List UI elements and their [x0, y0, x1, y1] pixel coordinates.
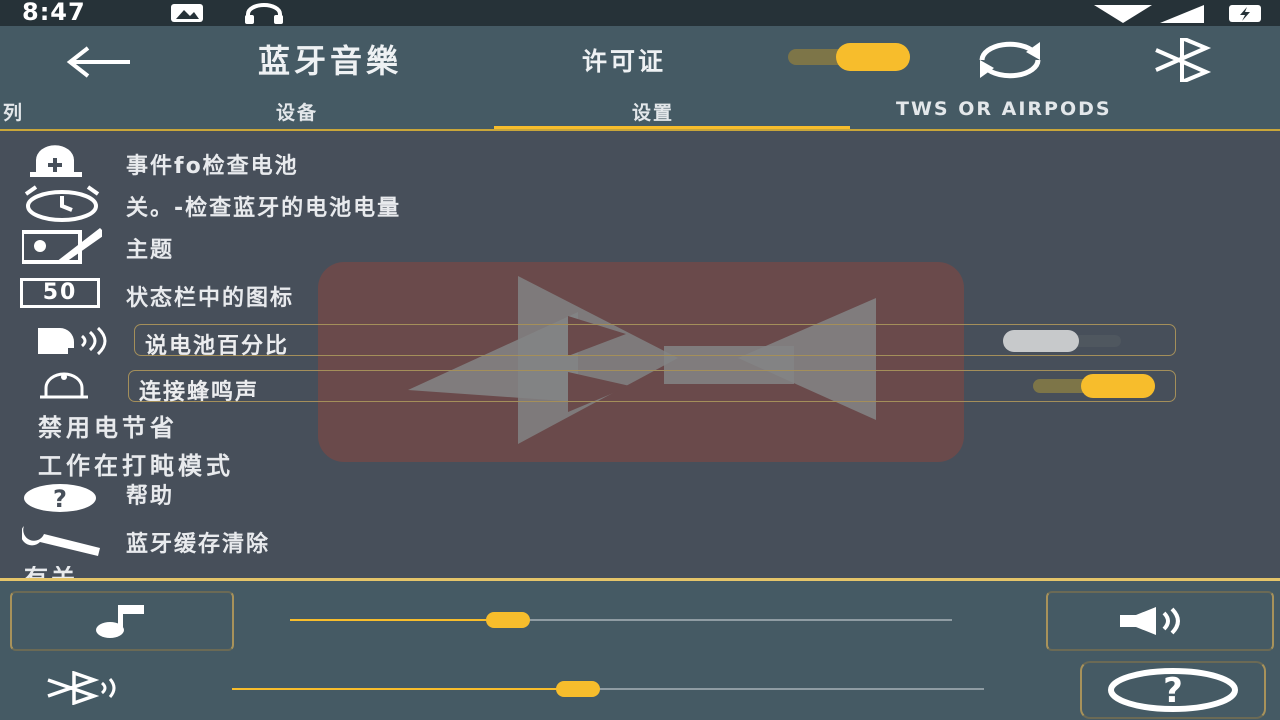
event-battery-check-row[interactable]: 事件fo检查电池: [0, 142, 1280, 182]
speaker-button[interactable]: [1046, 591, 1274, 651]
bluetooth-volume-thumb[interactable]: [555, 681, 600, 697]
speak-battery-percent-toggle[interactable]: [1003, 330, 1121, 352]
wifi-icon: [1094, 5, 1152, 23]
help-icon: ?: [24, 484, 96, 513]
theme-palette-icon: [22, 228, 102, 264]
tab-list[interactable]: 列: [0, 98, 24, 125]
connect-beep-row[interactable]: 连接蜂鸣声: [128, 370, 1176, 405]
bluetooth-audio-icon: [47, 671, 116, 705]
statusbar-icon-preview: 50: [20, 278, 100, 308]
bell-icon: [40, 372, 88, 399]
clear-bt-cache-label: 蓝牙缓存清除: [126, 532, 271, 557]
battery-charging-icon: [1229, 5, 1261, 22]
bluetooth-volume-slider[interactable]: [232, 681, 984, 697]
speak-battery-percent-row[interactable]: 说电池百分比: [134, 324, 1176, 359]
tab-bar: 列 设备 设置 TWS OR AIRPODS: [0, 96, 1280, 130]
speak-battery-percent-toggle-knob: [1003, 330, 1079, 352]
music-volume-thumb[interactable]: [486, 612, 531, 628]
headphones-icon: [245, 3, 283, 24]
speaking-head-icon: [38, 326, 107, 356]
svg-text:?: ?: [53, 485, 67, 513]
battery-check-schedule-row[interactable]: 关。-检查蓝牙的电池电量: [0, 184, 1280, 224]
help-row[interactable]: ? 帮助: [0, 476, 1280, 516]
sync-icon[interactable]: [968, 38, 1052, 82]
tab-settings[interactable]: 设置: [632, 98, 674, 125]
connect-beep-toggle[interactable]: [1033, 374, 1155, 398]
theme-label: 主题: [126, 238, 175, 263]
connect-beep-label: 连接蜂鸣声: [139, 380, 260, 405]
speak-battery-percent-label: 说电池百分比: [145, 334, 290, 359]
bluetooth-volume-fill: [232, 688, 578, 690]
music-volume-slider[interactable]: [290, 612, 952, 628]
help-button[interactable]: ?: [1080, 661, 1266, 719]
connect-beep-toggle-knob: [1081, 374, 1155, 398]
help-label: 帮助: [126, 484, 175, 509]
battery-alert-icon: [30, 145, 82, 177]
back-arrow-icon[interactable]: [62, 42, 138, 82]
status-bar: 8:47: [0, 0, 1280, 26]
disable-power-saving-item[interactable]: 禁用电节省: [38, 408, 178, 443]
statusbar-icon-label: 状态栏中的图标: [126, 286, 295, 311]
wrench-icon: [22, 522, 100, 556]
svg-text:?: ?: [1163, 671, 1183, 711]
speaker-volume-icon: [1120, 607, 1180, 635]
license-toggle[interactable]: [788, 40, 910, 74]
statusbar-icon-row[interactable]: 50 状态栏中的图标: [0, 274, 1280, 314]
image-notification-icon: [171, 4, 203, 22]
app-bar-divider: [0, 129, 1280, 131]
license-toggle-knob: [836, 43, 910, 71]
battery-check-schedule-label: 关。-检查蓝牙的电池电量: [126, 196, 402, 221]
about-item[interactable]: 有关: [24, 566, 78, 578]
app-bar: 蓝牙音樂 许可证 列 设备 设置 TWS OR AIRPODS: [0, 26, 1280, 130]
music-button[interactable]: [10, 591, 234, 651]
theme-row[interactable]: 主题: [0, 226, 1280, 266]
signal-icon: [1160, 5, 1204, 23]
clear-bt-cache-row[interactable]: 蓝牙缓存清除: [0, 520, 1280, 560]
bluetooth-icon[interactable]: [1148, 38, 1216, 82]
music-note-icon: [96, 605, 144, 638]
event-battery-check-label: 事件fo检查电池: [126, 154, 299, 179]
tab-tws-airpods[interactable]: TWS OR AIRPODS: [896, 98, 1112, 120]
alarm-clock-icon: [24, 185, 100, 222]
volume-control-panel: ?: [0, 581, 1280, 720]
music-volume-fill: [290, 619, 509, 621]
license-label: 许可证: [582, 47, 667, 76]
app-title: 蓝牙音樂: [258, 42, 403, 80]
status-time: 8:47: [22, 0, 86, 26]
tab-devices[interactable]: 设备: [276, 98, 318, 125]
help-circle-icon: ?: [1108, 668, 1238, 712]
